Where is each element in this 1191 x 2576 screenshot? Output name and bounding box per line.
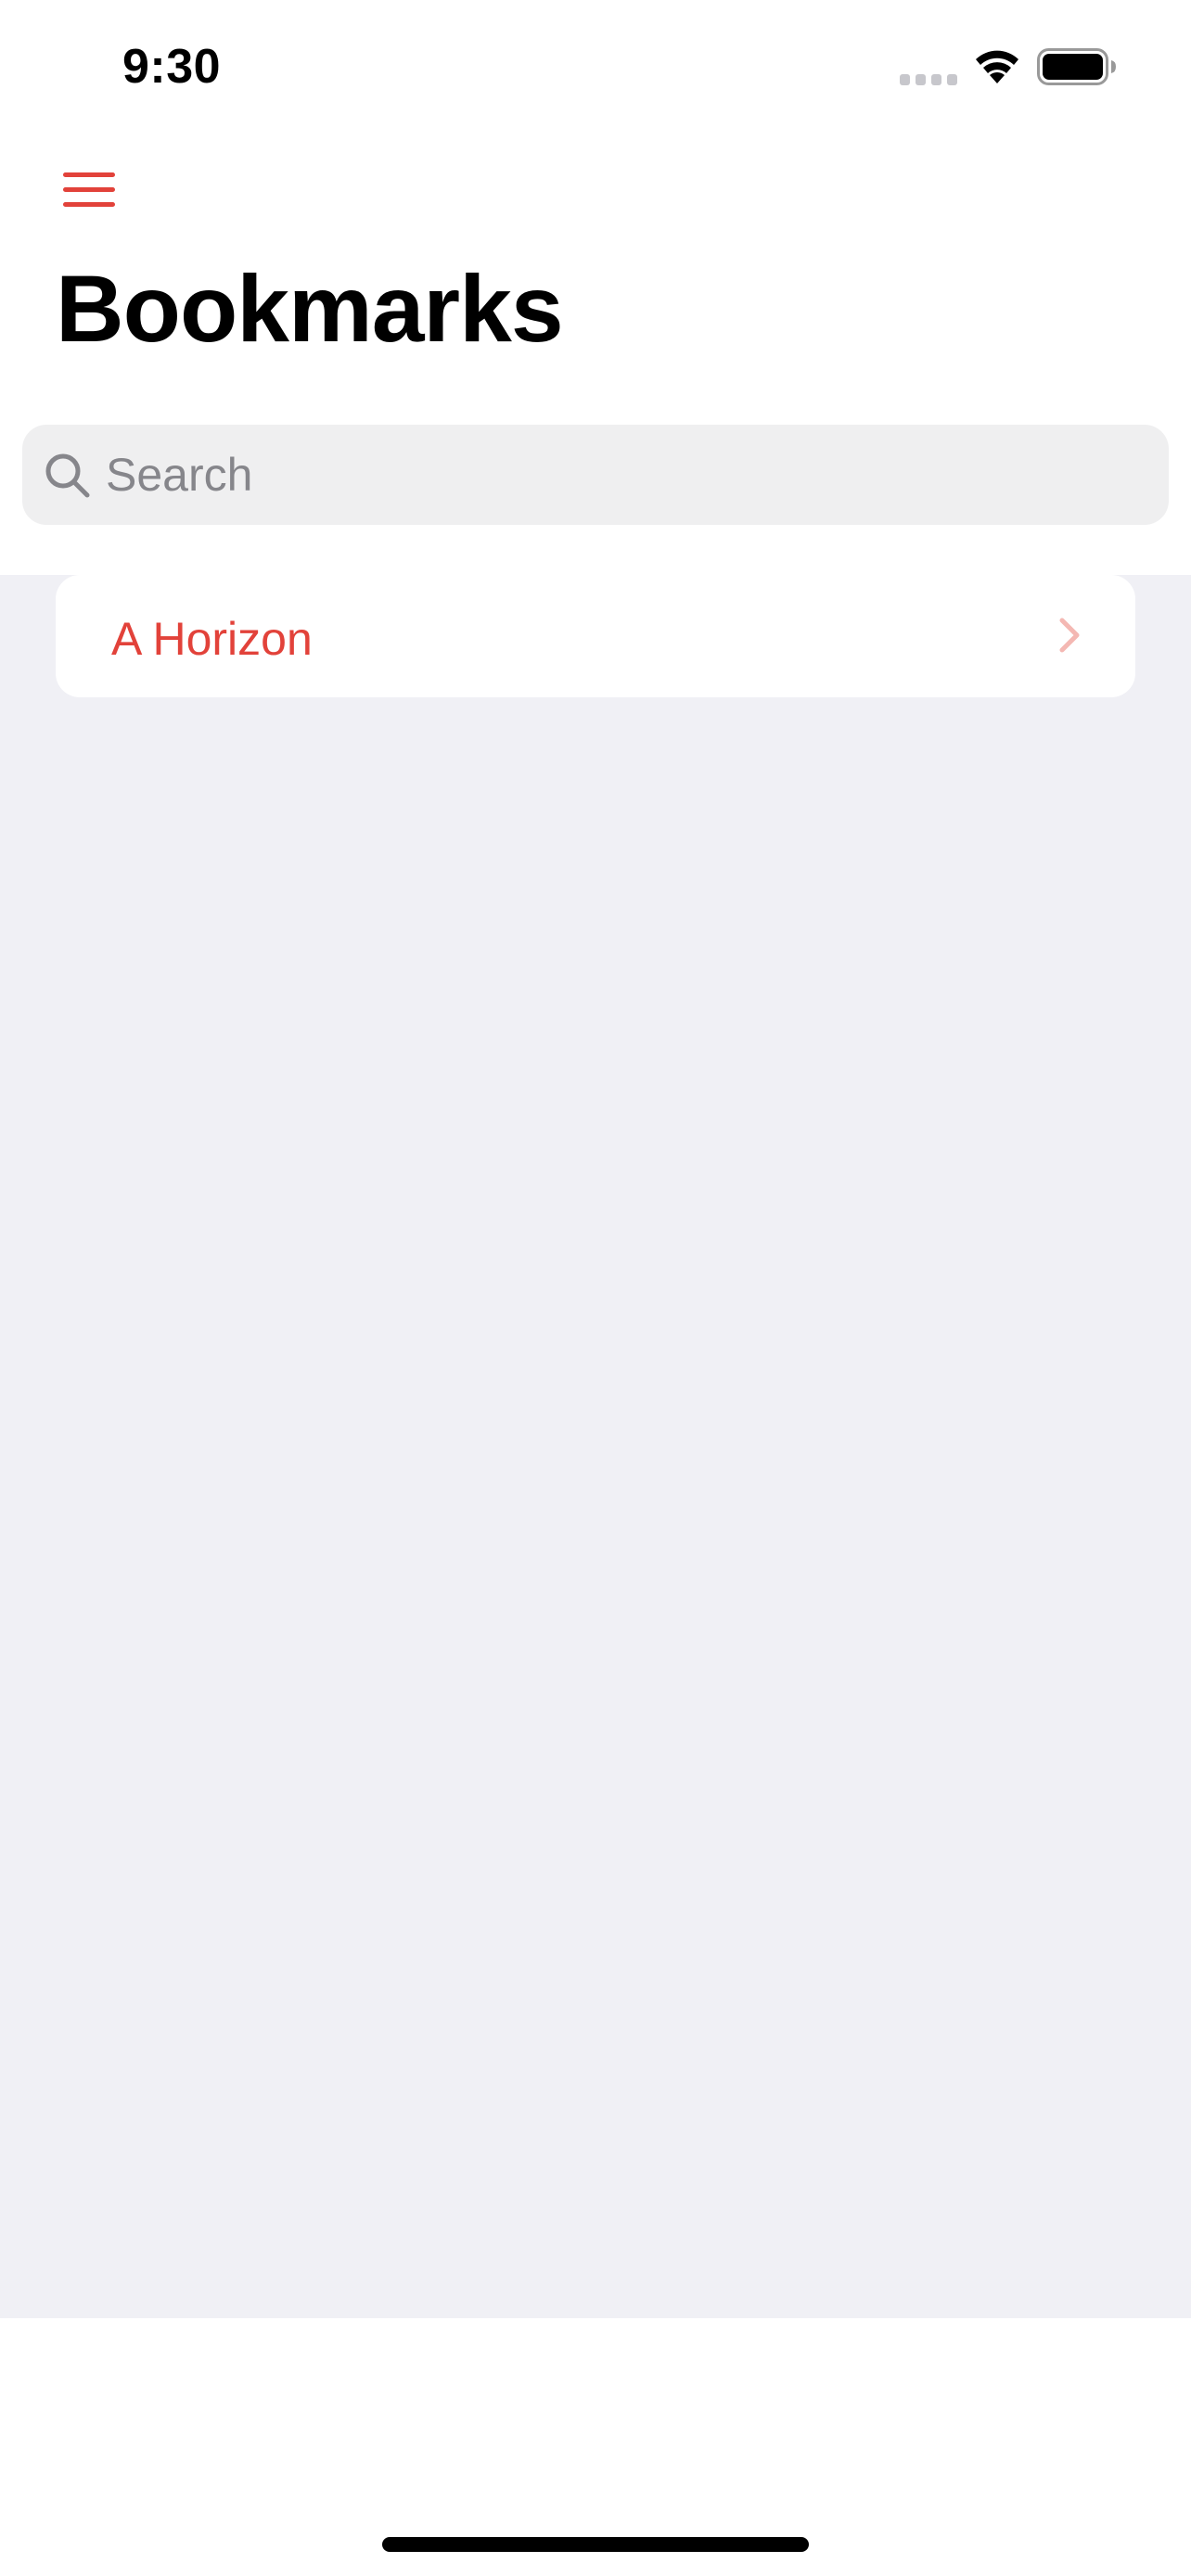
search-bar[interactable]	[22, 425, 1169, 525]
bookmarks-list-area: A Horizon	[0, 575, 1191, 2318]
cellular-signal-icon	[900, 74, 957, 85]
chevron-right-icon	[1059, 618, 1080, 653]
search-icon	[45, 453, 90, 498]
wifi-icon	[976, 50, 1018, 83]
bookmark-label: A Horizon	[111, 613, 313, 665]
list-item[interactable]: A Horizon	[56, 575, 1135, 697]
search-input[interactable]	[106, 425, 1145, 525]
home-indicator	[382, 2537, 809, 2552]
page-title: Bookmarks	[56, 256, 564, 362]
battery-icon	[1037, 48, 1116, 85]
hamburger-menu-icon	[63, 172, 115, 207]
bookmarks-list: A Horizon	[56, 575, 1135, 697]
menu-button[interactable]	[54, 163, 124, 219]
status-time: 9:30	[122, 40, 222, 94]
status-bar: 9:30	[0, 0, 1191, 130]
